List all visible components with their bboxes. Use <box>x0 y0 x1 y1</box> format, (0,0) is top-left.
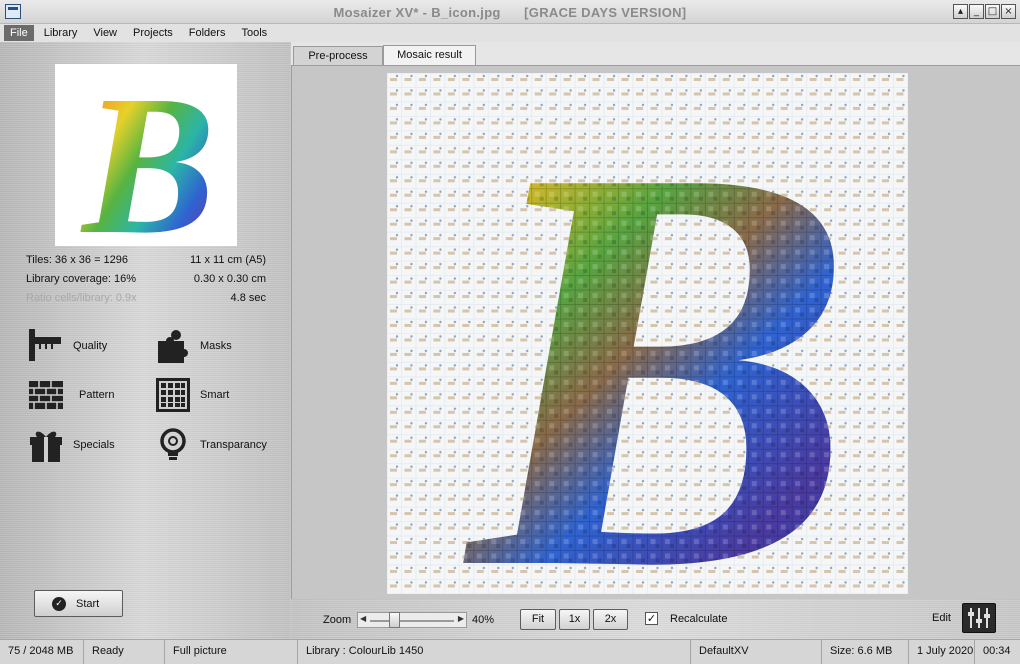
zoom-toolbar: Zoom ◀ ▶ 40% Fit 1x 2x ✓ Recalculate Edi… <box>291 599 1020 639</box>
transparancy-tool[interactable]: Transparancy <box>154 426 267 464</box>
menu-file[interactable]: File <box>4 25 34 41</box>
status-state: Ready <box>84 640 165 664</box>
edit-button[interactable] <box>962 603 996 633</box>
slider-right-arrow-icon[interactable]: ▶ <box>458 614 464 623</box>
rollup-button[interactable]: ▴ <box>953 4 968 19</box>
status-profile: DefaultXV <box>691 640 822 664</box>
menu-bar: File Library View Projects Folders Tools <box>0 24 1020 42</box>
quality-icon <box>29 329 61 361</box>
start-button[interactable]: ✓ Start <box>34 590 123 617</box>
mosaic-canvas[interactable]: B <box>387 73 908 594</box>
menu-library[interactable]: Library <box>38 25 84 41</box>
render-time: 4.8 sec <box>230 292 266 304</box>
maximize-button[interactable]: □ <box>985 4 1000 19</box>
smart-tool[interactable]: Smart <box>154 376 229 414</box>
library-coverage: Library coverage: 16% <box>26 273 137 285</box>
menu-projects[interactable]: Projects <box>127 25 179 41</box>
window-title-main: Mosaizer XV* - B_icon.jpg <box>333 5 501 20</box>
status-date: 1 July 2020 <box>909 640 975 664</box>
tab-pre-process[interactable]: Pre-process <box>293 46 383 66</box>
left-panel: B Tiles: 36 x 36 = 1296 11 x 11 cm (A5) … <box>0 42 290 639</box>
quality-label: Quality <box>73 340 108 352</box>
puzzle-icon <box>158 330 188 363</box>
zoom-thumb[interactable] <box>388 612 400 628</box>
tab-mosaic-result[interactable]: Mosaic result <box>383 45 476 66</box>
zoom-1x-button[interactable]: 1x <box>559 609 590 630</box>
status-view: Full picture <box>165 640 298 664</box>
window-title-suffix: [GRACE DAYS VERSION] <box>524 5 687 20</box>
tab-bar: Pre-process Mosaic result <box>291 42 1020 66</box>
zoom-slider[interactable]: ◀ ▶ <box>357 612 467 628</box>
menu-folders[interactable]: Folders <box>183 25 232 41</box>
tiles-count: Tiles: 36 x 36 = 1296 <box>26 254 129 266</box>
zoom-value: 40% <box>472 614 495 626</box>
transparancy-label: Transparancy <box>200 439 267 451</box>
start-label: Start <box>76 597 100 610</box>
print-size: 11 x 11 cm (A5) <box>189 254 266 266</box>
specials-label: Specials <box>73 439 115 451</box>
close-button[interactable]: × <box>1001 4 1016 19</box>
source-preview[interactable]: B <box>55 55 237 276</box>
quality-tool[interactable]: Quality <box>27 327 107 365</box>
pattern-tool[interactable]: Pattern <box>27 376 114 414</box>
status-time: 00:34 <box>983 645 1011 657</box>
cell-size: 0.30 x 0.30 cm <box>193 273 266 285</box>
pattern-label: Pattern <box>79 389 115 401</box>
slider-left-arrow-icon[interactable]: ◀ <box>360 614 366 623</box>
title-bar: Mosaizer XV* - B_icon.jpg [GRACE DAYS VE… <box>0 0 1020 24</box>
mosaic-image: B <box>387 73 908 594</box>
menu-tools[interactable]: Tools <box>235 25 273 41</box>
zoom-label: Zoom <box>323 614 352 626</box>
sliders-icon <box>968 608 990 628</box>
bulb-icon <box>160 428 186 460</box>
gift-icon <box>30 431 62 462</box>
recalculate-checkbox[interactable]: ✓ <box>645 612 658 625</box>
zoom-2x-button[interactable]: 2x <box>593 609 628 630</box>
brick-icon <box>29 381 63 409</box>
window-controls: ▴ _ □ × <box>953 4 1016 19</box>
check-icon: ✓ <box>52 596 66 611</box>
masks-tool[interactable]: Masks <box>154 327 232 365</box>
minimize-button[interactable]: _ <box>969 4 984 19</box>
preview-letter: B <box>80 64 215 246</box>
status-memory: 75 / 2048 MB <box>0 640 84 664</box>
status-bar: 75 / 2048 MB Ready Full picture Library … <box>0 639 1020 664</box>
grid-icon <box>156 378 190 412</box>
menu-view[interactable]: View <box>87 25 123 41</box>
smart-label: Smart <box>200 389 230 401</box>
recalculate-label: Recalculate <box>670 613 728 625</box>
masks-label: Masks <box>200 340 232 352</box>
window-title: Mosaizer XV* - B_icon.jpg [GRACE DAYS VE… <box>0 5 1020 20</box>
status-filesize: Size: 6.6 MB <box>822 640 909 664</box>
source-preview-image: B <box>80 55 215 276</box>
edit-label: Edit <box>932 612 951 624</box>
fit-button[interactable]: Fit <box>520 609 556 630</box>
status-library: Library : ColourLib 1450 <box>298 640 691 664</box>
ratio-cells-library: Ratio cells/library: 0.9x <box>26 292 137 304</box>
zoom-track <box>370 620 454 622</box>
specials-tool[interactable]: Specials <box>27 426 115 464</box>
